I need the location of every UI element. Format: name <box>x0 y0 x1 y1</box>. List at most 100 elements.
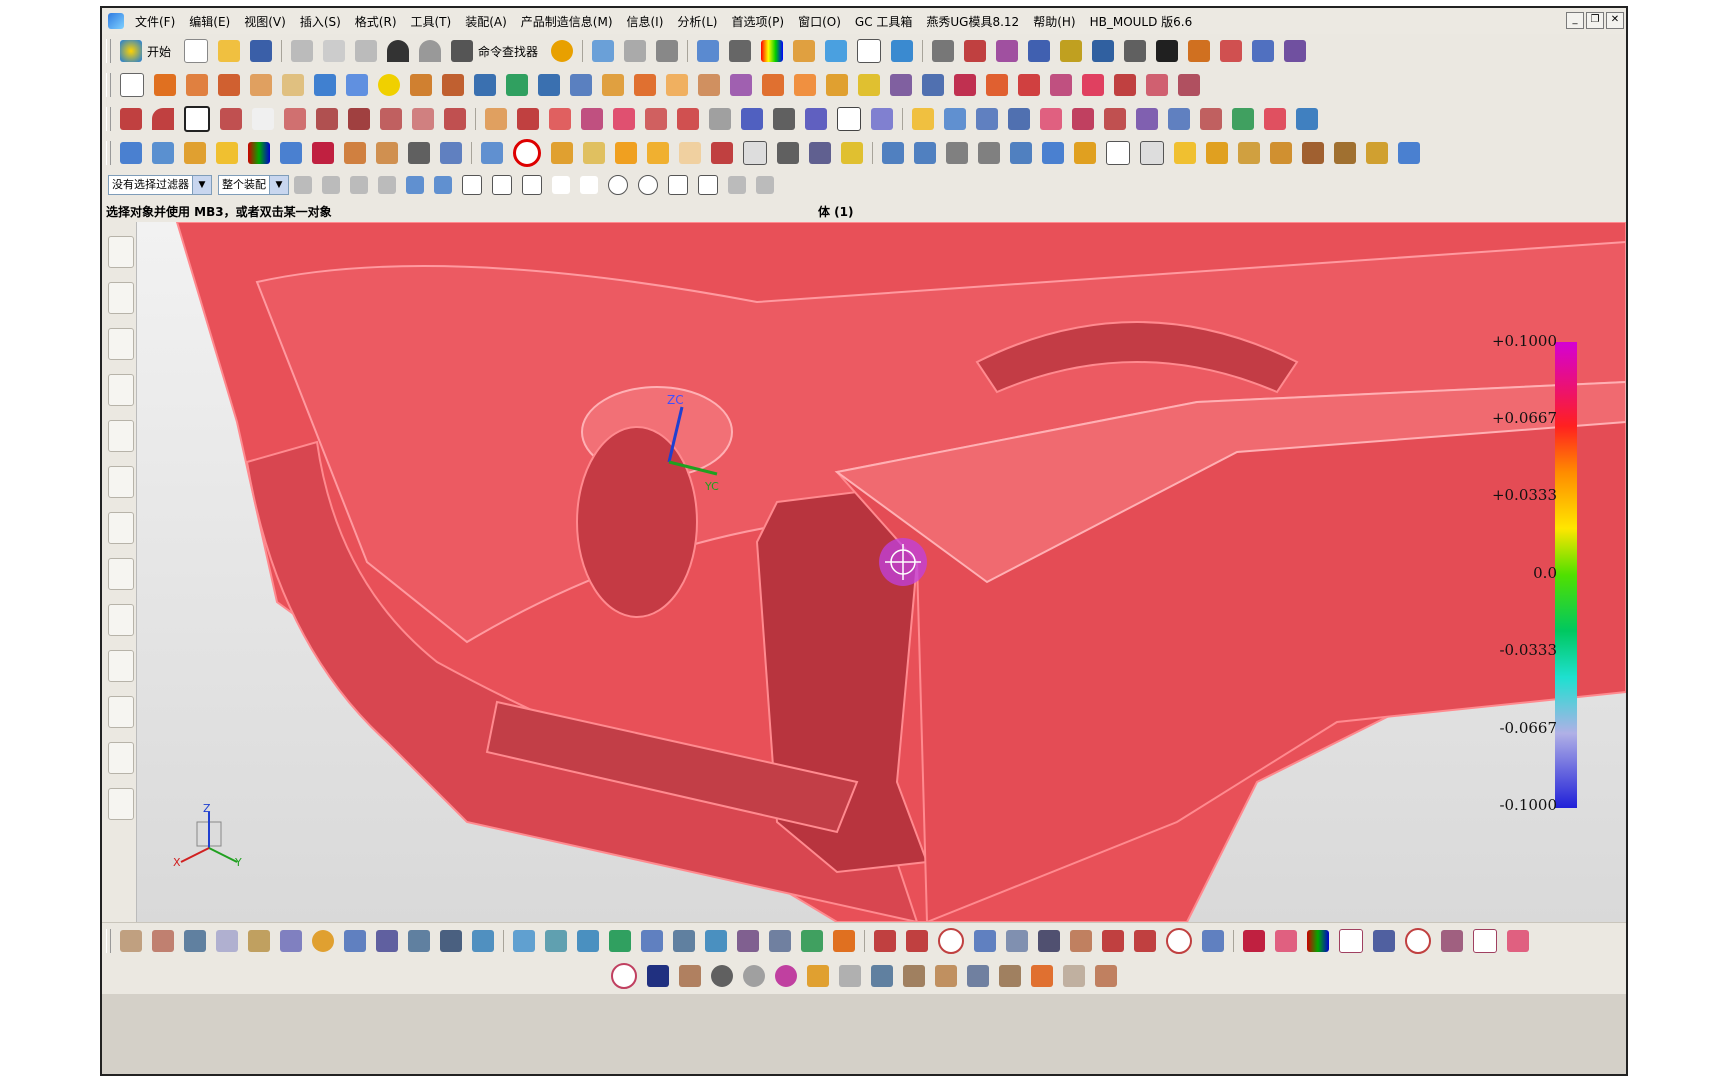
rectangle-icon[interactable] <box>184 106 210 132</box>
filter-settings-icon[interactable] <box>294 176 312 194</box>
arc-center-icon[interactable] <box>608 175 628 195</box>
web-browser-tab-icon[interactable] <box>108 466 134 498</box>
section-line-icon[interactable] <box>1238 142 1260 164</box>
open-folder-icon[interactable] <box>218 40 241 62</box>
blank-icon[interactable] <box>1106 141 1130 165</box>
block-tool-icon[interactable] <box>705 930 727 952</box>
roles-tab-icon[interactable] <box>108 696 134 728</box>
diag2-icon[interactable] <box>1134 930 1156 952</box>
datum-icon[interactable] <box>777 142 799 164</box>
electrode-icon[interactable] <box>1264 108 1286 130</box>
edit-curve-icon[interactable] <box>549 108 571 130</box>
trim-body-icon[interactable] <box>602 74 624 96</box>
menu-help[interactable]: 帮助(H) <box>1026 13 1082 30</box>
menu-gc-toolbox[interactable]: GC 工具箱 <box>848 13 920 30</box>
studio-surface-icon[interactable] <box>773 108 795 130</box>
pocket-cavity[interactable] <box>576 426 698 618</box>
menu-pmi[interactable]: 产品制造信息(M) <box>514 13 620 30</box>
t-icon[interactable] <box>999 965 1021 987</box>
instance-icon[interactable] <box>474 74 496 96</box>
chamfer-icon[interactable] <box>826 74 848 96</box>
rectangle-select-icon[interactable] <box>378 176 396 194</box>
redo-icon[interactable] <box>419 40 442 62</box>
book-icon[interactable] <box>1275 930 1297 952</box>
project-curve-icon[interactable] <box>380 108 402 130</box>
eye3-icon[interactable] <box>743 965 765 987</box>
pull-face-icon[interactable] <box>1018 74 1040 96</box>
core-icon[interactable] <box>976 108 998 130</box>
block-icon[interactable] <box>218 74 240 96</box>
edge-blend-icon[interactable] <box>794 74 816 96</box>
face-blend-icon[interactable] <box>858 74 880 96</box>
subtract-icon[interactable] <box>538 74 560 96</box>
snap-settings-icon[interactable] <box>756 176 774 194</box>
copy-icon[interactable] <box>323 40 346 62</box>
tube3-icon[interactable] <box>577 930 599 952</box>
block2-icon[interactable] <box>737 930 759 952</box>
select-all-icon[interactable] <box>322 176 340 194</box>
cad-icon[interactable] <box>647 965 669 987</box>
manufacturing-wizard-tab-icon[interactable] <box>108 650 134 682</box>
synchronous-icon[interactable] <box>954 74 976 96</box>
n-sided-icon[interactable] <box>709 108 731 130</box>
frame-icon[interactable] <box>344 142 366 164</box>
menu-edit[interactable]: 编辑(E) <box>182 13 237 30</box>
callout-icon[interactable] <box>1366 142 1388 164</box>
shield-icon[interactable] <box>769 930 791 952</box>
type-filter-select[interactable]: 没有选择过滤器 ▼ <box>108 175 212 195</box>
close-button[interactable]: ✕ <box>1606 12 1624 29</box>
insert-icon[interactable] <box>1136 108 1158 130</box>
sketch-icon[interactable] <box>592 40 615 62</box>
offset-region-icon[interactable] <box>1114 74 1136 96</box>
point-icon[interactable] <box>551 142 573 164</box>
split-body-icon[interactable] <box>634 74 656 96</box>
rotate-icon[interactable] <box>938 928 964 954</box>
column-tool-icon[interactable] <box>344 930 366 952</box>
unite-icon[interactable] <box>506 74 528 96</box>
snap-point-icon[interactable] <box>462 175 482 195</box>
character-icon[interactable] <box>120 142 142 164</box>
process-studio-tab-icon[interactable] <box>108 604 134 636</box>
datum-feature-icon[interactable] <box>1206 142 1228 164</box>
no-entry-icon[interactable] <box>513 139 541 167</box>
joint-icon[interactable] <box>903 965 925 987</box>
extrude-icon[interactable] <box>154 74 176 96</box>
graphics-window[interactable]: ZC YC Z Y X +0.1000 +0.0667 +0.0333 0.0 … <box>137 222 1626 922</box>
orange-box-icon[interactable] <box>615 142 637 164</box>
mid-point-icon[interactable] <box>522 175 542 195</box>
bolt-icon[interactable] <box>408 142 430 164</box>
thickness-icon[interactable] <box>1220 40 1243 62</box>
distance-icon[interactable] <box>1124 40 1147 62</box>
move-face-icon[interactable] <box>986 74 1008 96</box>
wedge-icon[interactable] <box>647 142 669 164</box>
wave-icon[interactable] <box>1060 40 1083 62</box>
pocket-icon[interactable] <box>442 74 464 96</box>
m-tool-icon[interactable] <box>376 930 398 952</box>
selection-icon[interactable] <box>656 40 679 62</box>
undo-icon[interactable] <box>387 40 410 62</box>
history-tab-icon[interactable] <box>108 512 134 544</box>
assembly-navigator-tab-icon[interactable] <box>108 236 134 268</box>
menu-insert[interactable]: 插入(S) <box>293 13 348 30</box>
screw-icon[interactable] <box>120 930 142 952</box>
angle-dim-icon[interactable] <box>871 108 893 130</box>
tube2-icon[interactable] <box>545 930 567 952</box>
weld-icon[interactable] <box>1174 142 1196 164</box>
tray-icon[interactable] <box>472 930 494 952</box>
ruled-icon[interactable] <box>741 108 763 130</box>
menu-view[interactable]: 视图(V) <box>237 13 293 30</box>
table-icon[interactable] <box>1140 141 1164 165</box>
spring-icon[interactable] <box>440 142 462 164</box>
menu-information[interactable]: 信息(I) <box>620 13 671 30</box>
constraint-icon[interactable] <box>964 40 987 62</box>
transparent-box-icon[interactable] <box>679 142 701 164</box>
red-cube-icon[interactable] <box>1243 930 1265 952</box>
menu-tools[interactable]: 工具(T) <box>404 13 459 30</box>
start-icon[interactable] <box>120 40 142 62</box>
sprue-icon[interactable] <box>946 142 968 164</box>
cavity-icon[interactable] <box>1008 108 1030 130</box>
start-button[interactable]: 开始 <box>147 43 171 60</box>
link-icon[interactable] <box>974 930 996 952</box>
measure-icon[interactable] <box>996 40 1019 62</box>
orient-view-icon[interactable] <box>825 40 848 62</box>
